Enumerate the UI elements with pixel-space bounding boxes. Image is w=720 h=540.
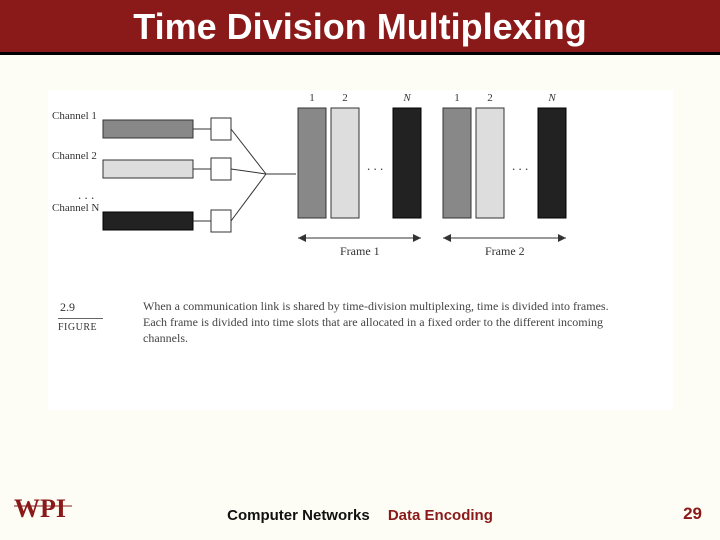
footer: WPI Computer Networks Data Encoding 29	[0, 500, 720, 530]
slot-2-label: 2	[338, 92, 352, 104]
slot-ellipsis-2: . . .	[512, 158, 528, 174]
slot-2b-label: 2	[483, 92, 497, 104]
figure-divider	[58, 318, 103, 319]
slot-1b-label: 1	[450, 92, 464, 104]
slot-nb-label: N	[543, 92, 561, 104]
tdm-diagram	[48, 90, 673, 290]
channel-n-label: Channel N	[52, 202, 99, 214]
slot-ellipsis-1: . . .	[367, 158, 383, 174]
frame-2-label: Frame 2	[485, 244, 525, 259]
figure-number: 2.9	[60, 300, 75, 315]
figure-area: Channel 1 Channel 2 . . . Channel N 1 2 …	[48, 90, 673, 410]
footer-center: Computer Networks Data Encoding	[0, 507, 720, 524]
channel-2-label: Channel 2	[52, 150, 97, 162]
footer-course: Computer Networks	[227, 507, 370, 524]
channel-ellipsis: . . .	[78, 187, 94, 203]
footer-topic: Data Encoding	[388, 507, 493, 524]
figure-caption: When a communication link is shared by t…	[143, 298, 623, 347]
page-number: 29	[683, 504, 702, 524]
channel-1-label: Channel 1	[52, 110, 97, 122]
title-bar: Time Division Multiplexing	[0, 0, 720, 55]
figure-label: FIGURE	[58, 322, 97, 333]
slot-1-label: 1	[305, 92, 319, 104]
slot-n-label: N	[398, 92, 416, 104]
slide-title: Time Division Multiplexing	[0, 6, 720, 48]
frame-1-label: Frame 1	[340, 244, 380, 259]
